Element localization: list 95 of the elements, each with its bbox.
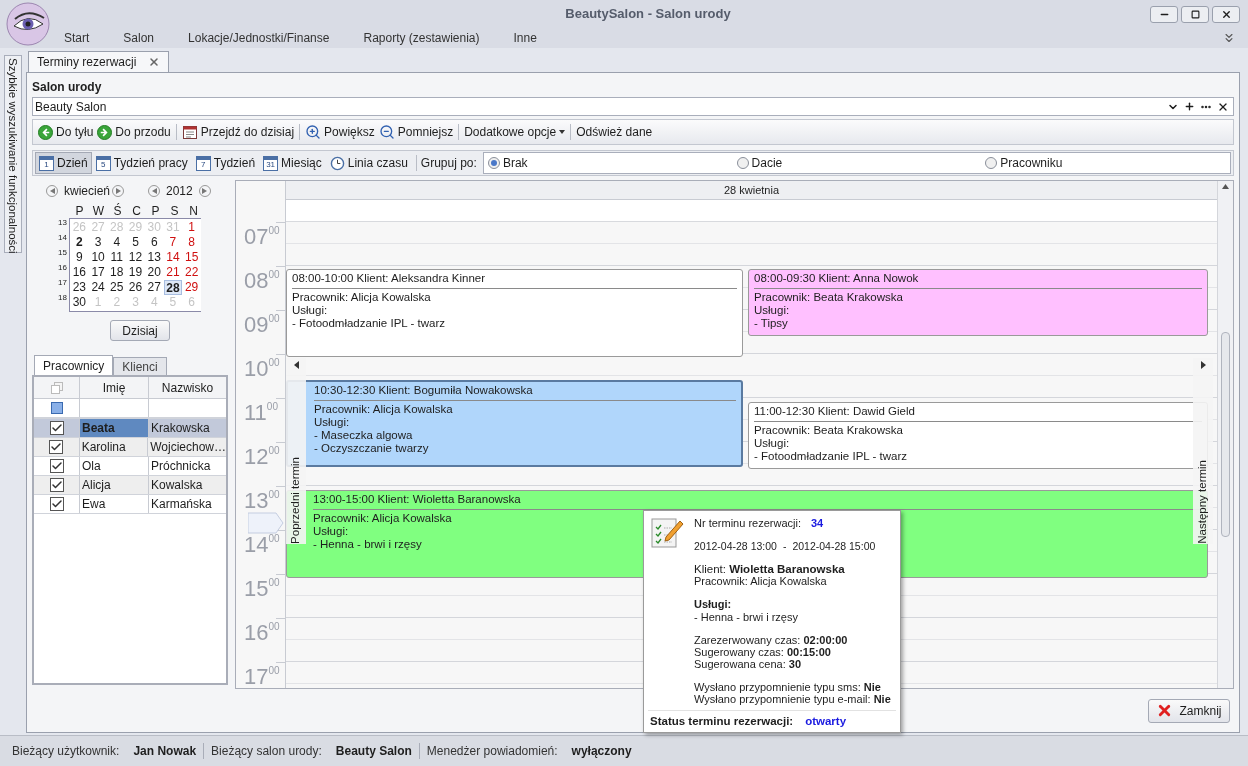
appointment-detail: - Fotoodmładzanie IPL - twarz: [292, 317, 445, 330]
minutes-label: 00: [268, 356, 280, 368]
day-header: 28 kwietnia: [723, 182, 779, 198]
hour-label: 10: [244, 356, 269, 382]
hour-label: 12: [244, 444, 269, 470]
table-cell-text: Kowalska: [150, 477, 204, 494]
service-text: - Henna - brwi i rzęsy: [694, 611, 799, 623]
weekday-label: N: [188, 203, 199, 217]
hour-label: 17: [244, 664, 269, 688]
appointment-title: 10:30-12:30 Klient: Bogumiła Nowakowska: [314, 382, 736, 401]
minutes-label: 00: [266, 400, 278, 412]
minutes-label: 00: [268, 664, 280, 676]
appointment-detail: - Fotoodmładzanie IPL - twarz: [754, 450, 907, 463]
weekday-label: W: [91, 203, 106, 217]
table-cell: Alicja: [80, 476, 149, 494]
week-number: 15: [57, 248, 68, 259]
minutes-label: 00: [268, 576, 280, 590]
table-cell: Karolina: [79, 438, 149, 456]
status-label: Bieżący salon urody:: [211, 743, 322, 760]
appointment-detail: Usługi:: [314, 416, 350, 429]
minutes-label: 00: [268, 620, 280, 634]
minutes-label: 00: [268, 488, 280, 502]
appointment-detail: - Oczyszczanie twarzy: [314, 442, 429, 455]
hour-label: 07: [244, 224, 269, 250]
hour-label: 14: [244, 532, 269, 558]
hour-label: 09: [244, 312, 269, 338]
table-cell: Beata: [80, 419, 149, 437]
appointment-detail: Usługi:: [292, 304, 328, 317]
appointment-detail: - Maseczka algowa: [314, 429, 413, 442]
weekday-label: P: [150, 203, 161, 217]
week-number: 16: [57, 263, 68, 274]
minutes-label: 00: [268, 532, 280, 546]
weekday-label: S: [169, 203, 180, 217]
calendar-page-icon: 1: [39, 155, 54, 171]
table-cell: Ola: [80, 457, 149, 475]
reminder-detail: Wysłano przypomnienie typu sms: Nie: [694, 681, 882, 693]
hour-label: 13: [244, 488, 269, 514]
status-label: Bieżący użytkownik:: [12, 743, 120, 760]
calendar-page-icon: 31: [263, 155, 279, 171]
client-text: Klient: Wioletta Baranowska: [694, 563, 846, 575]
appointment-detail: Usługi:: [313, 525, 349, 538]
week-number: 18: [57, 293, 68, 304]
services-heading: Usługi:: [694, 598, 733, 610]
appointment-detail: - Tipsy: [754, 317, 788, 330]
weekday-label: Ś: [112, 202, 123, 217]
dash-text: -: [782, 540, 787, 552]
reservation-number-label: Nr terminu rezerwacji:: [694, 517, 801, 529]
time-detail: Sugerowana cena: 30: [694, 658, 803, 670]
status-label: Menedżer powiadomień:: [426, 743, 558, 760]
reservation-number: 34: [810, 517, 824, 529]
group-by-label: Grupuj po:: [420, 155, 477, 172]
year-label: 2012: [166, 183, 193, 200]
end-time: 2012-04-28 15:00: [792, 540, 876, 552]
appointment-detail: Usługi:: [754, 304, 790, 317]
minutes-label: 00: [268, 268, 280, 282]
minutes-label: 00: [268, 444, 280, 458]
weekday-label: C: [131, 203, 142, 217]
status-heading: Status terminu rezerwacji:: [650, 713, 794, 729]
minutes-label: 00: [268, 224, 280, 236]
calendar-page-icon: 5: [95, 155, 111, 171]
status-value: Jan Nowak: [133, 743, 197, 760]
hour-label: 11: [244, 400, 267, 426]
table-cell-text: Karmańska: [150, 496, 213, 513]
start-time: 2012-04-28 13:00: [694, 540, 777, 552]
appointment-title: 08:00-10:00 Klient: Aleksandra Kinner: [292, 270, 737, 289]
status-text: otwarty: [805, 713, 847, 729]
time-detail: Sugerowany czas: 00:15:00: [694, 646, 832, 658]
calendar-page-icon: 7: [195, 155, 211, 171]
salon-label: Salon urody: [32, 78, 102, 96]
hour-label: 15: [244, 576, 269, 602]
hour-label: 08: [244, 268, 269, 294]
week-number: 17: [57, 278, 68, 289]
appointment-detail: Pracownik: Beata Krakowska: [754, 424, 903, 437]
appointment-detail: - Henna - brwi i rzęsy: [313, 538, 422, 551]
window-title: BeautySalon - Salon urody: [565, 6, 731, 22]
week-number: 14: [57, 233, 68, 244]
appointment-detail: Pracownik: Alicja Kowalska: [292, 291, 431, 304]
status-value: Beauty Salon: [335, 743, 412, 760]
weekday-label: P: [74, 203, 85, 217]
status-value: wyłączony: [571, 743, 632, 760]
table-cell-text: Próchnicka: [150, 458, 212, 475]
appointment-detail: Usługi:: [754, 437, 790, 450]
appointment-detail: Pracownik: Alicja Kowalska: [313, 512, 452, 525]
week-number: 13: [57, 218, 68, 229]
appointment-detail: Pracownik: Alicja Kowalska: [314, 403, 453, 416]
hour-label: 16: [244, 620, 269, 646]
time-detail: Zarezerwowany czas: 02:00:00: [694, 634, 849, 646]
appointment-detail: Pracownik: Beata Krakowska: [754, 291, 903, 304]
table-cell: Ewa: [80, 495, 149, 513]
table-cell-text: Krakowska: [150, 420, 211, 437]
reminder-detail: Wysłano przypomnienie typu e-mail: Nie: [694, 693, 892, 705]
table-cell-text: Wojciechow…: [149, 439, 226, 456]
employee-text: Pracownik: Alicja Kowalska: [694, 575, 828, 587]
minutes-label: 00: [268, 312, 280, 324]
appointment-title: 08:00-09:30 Klient: Anna Nowok: [754, 270, 1202, 289]
